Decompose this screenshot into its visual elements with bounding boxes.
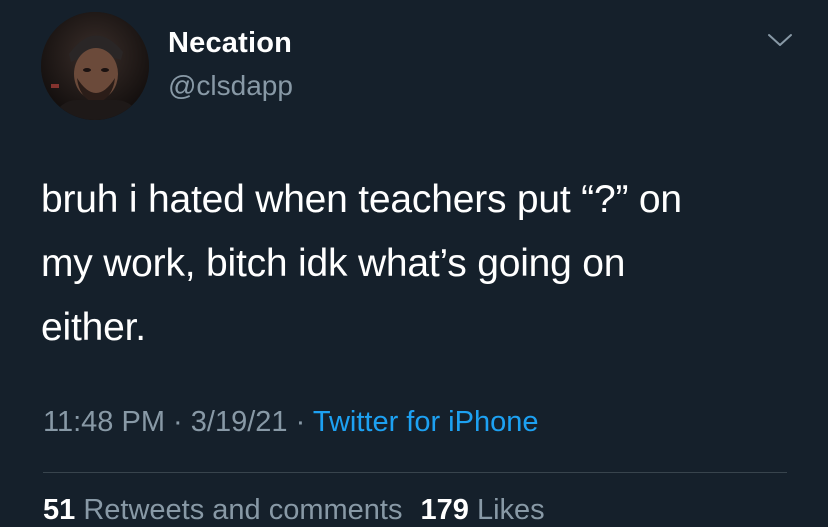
tweet-text-line: my work, bitch idk what’s going on xyxy=(41,242,626,285)
tweet-card: Necation @clsdapp bruh i hated when teac… xyxy=(0,0,828,527)
retweets-stat[interactable]: 51 Retweets and comments xyxy=(43,494,402,526)
divider xyxy=(43,472,787,473)
avatar[interactable] xyxy=(41,12,149,120)
avatar-image xyxy=(41,12,149,120)
meta-separator: · xyxy=(295,406,306,438)
retweets-count: 51 xyxy=(43,494,76,526)
user-handle[interactable]: @clsdapp xyxy=(168,70,293,102)
tweet-text: bruh i hated when teachers put “?” on my… xyxy=(41,168,801,360)
likes-stat[interactable]: 179 Likes xyxy=(420,494,544,526)
tweet-text-line: either. xyxy=(41,306,146,349)
tweet-meta: 11:48 PM · 3/19/21 · Twitter for iPhone xyxy=(43,406,538,439)
tweet-date[interactable]: 3/19/21 xyxy=(191,406,288,438)
tweet-stats: 51 Retweets and comments 179 Likes xyxy=(43,494,545,527)
display-name[interactable]: Necation xyxy=(168,27,292,60)
tweet-text-line: bruh i hated when teachers put “?” on xyxy=(41,178,682,221)
tweet-time[interactable]: 11:48 PM xyxy=(43,406,165,438)
likes-count: 179 xyxy=(420,494,469,526)
likes-label: Likes xyxy=(476,494,545,526)
meta-separator: · xyxy=(173,406,183,438)
chevron-down-icon[interactable] xyxy=(766,30,794,50)
retweets-label: Retweets and comments xyxy=(83,494,403,526)
tweet-source-link[interactable]: Twitter for iPhone xyxy=(313,406,539,438)
